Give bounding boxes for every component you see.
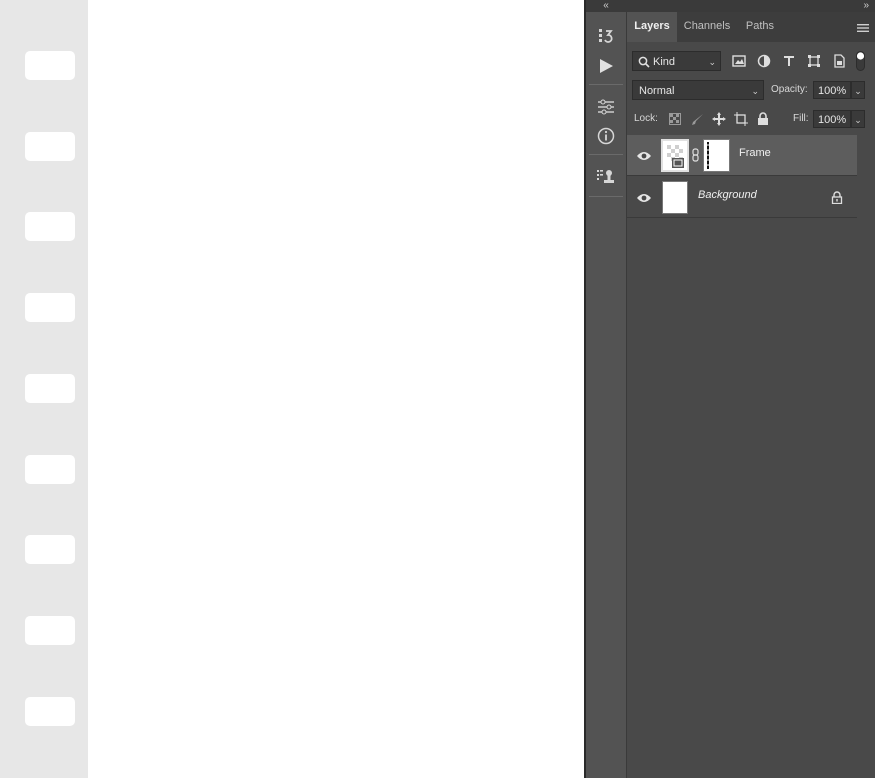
info-icon[interactable] [586,122,626,150]
sprocket-hole [25,51,75,80]
layer-mask-thumbnail[interactable] [703,139,730,172]
separator [589,154,623,155]
layer-thumbnail[interactable] [662,181,688,214]
filter-kind-dropdown[interactable]: Kind ⌄ [632,51,721,71]
expand-panels-icon[interactable]: » [627,0,875,12]
fill-field[interactable]: 100% [813,110,851,128]
layer-name[interactable]: Background [698,189,757,201]
layer-row-background[interactable]: Background [627,177,857,218]
layers-panel: » Layers Channels Paths Kind ⌄ Normal ⌄ … [627,0,875,778]
pixel-layer-filter-icon[interactable] [731,53,747,69]
chevron-down-icon: ⌄ [854,86,862,96]
opacity-label: Opacity: [771,84,808,95]
panel-tab-bar: Layers Channels Paths [627,12,875,42]
opacity-field[interactable]: 100% [813,81,851,99]
layer-list: Frame Background [627,135,875,778]
smart-object-filter-icon[interactable] [831,53,847,69]
fill-label: Fill: [793,113,809,124]
sprocket-hole [25,374,75,403]
sprocket-hole [25,697,75,726]
layer-row-frame[interactable]: Frame [627,135,857,176]
collapse-panels-icon[interactable]: « [586,0,626,12]
chain-link-icon[interactable] [692,148,699,162]
document-canvas[interactable] [0,0,584,778]
layer-filter-row: Kind ⌄ [627,51,875,71]
adjustment-layer-filter-icon[interactable] [756,53,772,69]
lock-transparent-pixels-icon[interactable] [667,111,683,127]
shape-layer-filter-icon[interactable] [806,53,822,69]
chevron-down-icon: ⌄ [751,86,759,96]
chevron-down-icon: ⌄ [854,115,862,125]
play-action-icon[interactable] [586,52,626,80]
tab-paths[interactable]: Paths [737,12,783,42]
history-icon[interactable] [586,22,626,50]
clone-source-icon[interactable] [586,163,626,191]
filter-toggle-switch[interactable] [856,51,865,71]
sprocket-hole [25,455,75,484]
lock-label: Lock: [634,113,658,124]
sprocket-hole [25,616,75,645]
blend-row: Normal ⌄ Opacity: 100% ⌄ [627,80,875,100]
fill-dropdown-button[interactable]: ⌄ [851,110,865,128]
sprocket-hole [25,535,75,564]
film-strip-border [0,0,88,778]
lock-artboard-icon[interactable] [733,111,749,127]
sprocket-hole [25,212,75,241]
panel-menu-icon[interactable] [857,20,871,34]
sprocket-hole [25,293,75,322]
chevron-down-icon: ⌄ [708,57,716,67]
collapsed-panel-dock: « [586,0,627,778]
lock-image-pixels-icon[interactable] [689,111,705,127]
opacity-dropdown-button[interactable]: ⌄ [851,81,865,99]
lock-icon[interactable] [831,191,843,205]
visibility-eye-icon[interactable] [636,191,652,203]
blend-mode-dropdown[interactable]: Normal ⌄ [632,80,764,100]
type-layer-filter-icon[interactable] [781,53,797,69]
filter-kind-label: Kind [653,56,676,68]
layer-name[interactable]: Frame [739,147,771,159]
search-icon [638,52,650,75]
lock-position-icon[interactable] [711,111,727,127]
sprocket-hole [25,132,75,161]
tab-channels[interactable]: Channels [679,12,735,42]
blend-mode-value: Normal [639,85,675,97]
lock-all-icon[interactable] [755,111,771,127]
layer-thumbnail[interactable] [661,139,689,172]
visibility-eye-icon[interactable] [636,149,652,161]
adjustments-icon[interactable] [586,93,626,121]
tab-layers[interactable]: Layers [627,12,677,42]
lock-row: Lock: Fill: 100% ⌄ [627,109,875,129]
separator [589,84,623,85]
separator [589,196,623,197]
